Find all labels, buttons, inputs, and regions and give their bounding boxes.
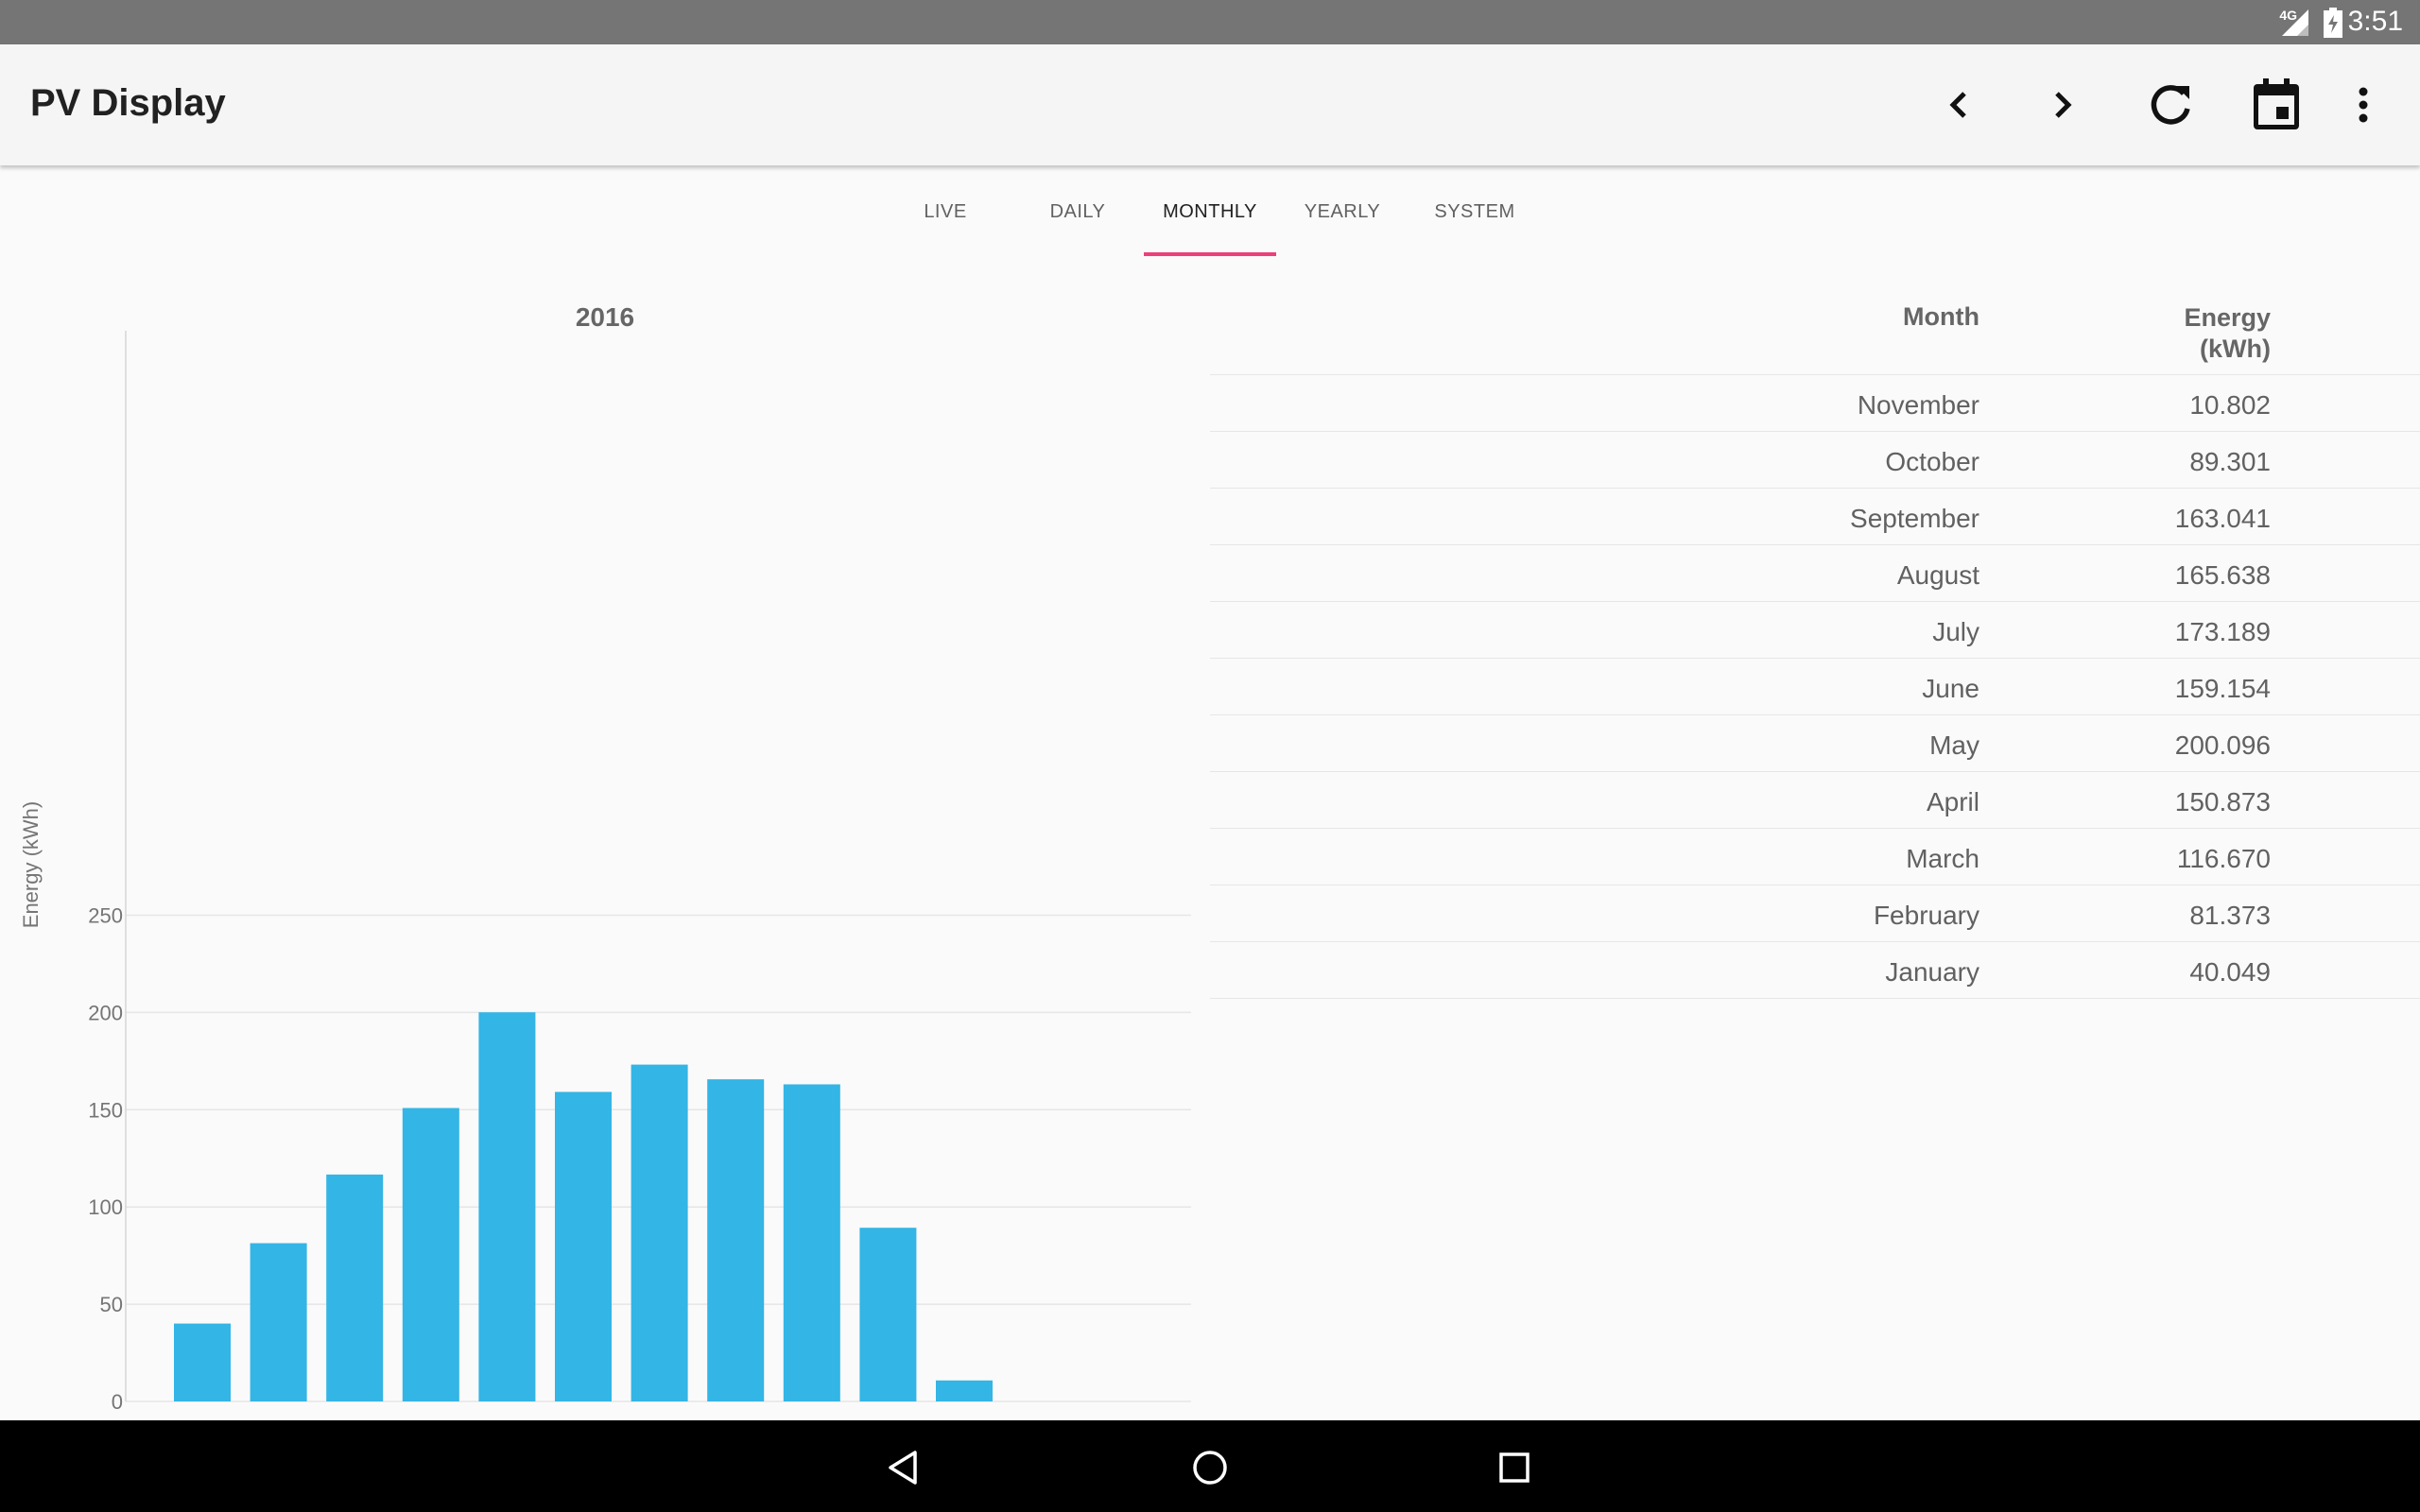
cell-month: July	[1932, 617, 1979, 646]
cell-energy: 40.049	[2189, 957, 2271, 987]
cell-energy: 200.096	[2174, 730, 2271, 760]
cell-month: October	[1885, 447, 1979, 476]
cell-month: March	[1906, 844, 1979, 873]
bar	[250, 1243, 307, 1401]
overflow-menu-button[interactable]	[2325, 67, 2401, 143]
energy-bar-chart: 0 50 100 150 200 250 Energy (kWh)	[19, 331, 1191, 1414]
back-icon	[889, 1451, 917, 1485]
tab-system[interactable]: SYSTEM	[1418, 165, 1531, 258]
table-row: July 173.189	[1210, 602, 2420, 659]
previous-button[interactable]	[1921, 67, 1996, 143]
y-tick-label: 0	[112, 1390, 123, 1414]
bar	[783, 1084, 840, 1401]
cell-month: September	[1850, 504, 1979, 533]
table-header: Month Energy (kWh)	[1210, 293, 2420, 375]
bar	[326, 1174, 384, 1401]
column-header-month: Month	[1903, 302, 1979, 331]
table-row: February 81.373	[1210, 885, 2420, 942]
cell-energy: 150.873	[2174, 787, 2271, 816]
chevron-right-icon	[2055, 92, 2072, 118]
bar	[631, 1064, 688, 1401]
app-toolbar: PV Display	[0, 44, 2420, 165]
cell-energy: 173.189	[2174, 617, 2271, 646]
tab-indicator	[1144, 252, 1276, 256]
nav-back-button[interactable]	[866, 1437, 942, 1498]
tab-monthly[interactable]: MONTHLY	[1144, 165, 1276, 258]
table-row: November 10.802	[1210, 375, 2420, 432]
cell-energy: 116.670	[2176, 844, 2271, 873]
column-header-energy: Energy (kWh)	[2082, 302, 2271, 365]
signal-icon	[2282, 9, 2308, 41]
refresh-icon	[2151, 85, 2190, 125]
y-tick-label: 100	[88, 1195, 123, 1219]
column-header-energy-line1: Energy	[2184, 303, 2271, 332]
cell-month: November	[1857, 390, 1979, 420]
calendar-button[interactable]	[2238, 67, 2314, 143]
cell-month: February	[1873, 901, 1979, 930]
table-row: August 165.638	[1210, 545, 2420, 602]
tab-yearly[interactable]: YEARLY	[1286, 165, 1399, 258]
cell-month: August	[1896, 560, 1979, 590]
calendar-icon	[2254, 78, 2299, 129]
nav-home-button[interactable]	[1172, 1437, 1248, 1498]
bar	[478, 1012, 536, 1401]
app-screen: 4G 3:51 PV Display LIVE DAILY MONTHLY YE…	[0, 0, 2420, 1512]
cell-month: June	[1922, 674, 1979, 703]
table-row: October 89.301	[1210, 432, 2420, 489]
table-row: September 163.041	[1210, 489, 2420, 545]
nav-recents-button[interactable]	[1477, 1437, 1552, 1498]
bar	[174, 1323, 231, 1401]
y-axis-title: Energy (kWh)	[19, 801, 43, 928]
bar	[402, 1108, 459, 1401]
cell-month: April	[1926, 787, 1979, 816]
bar	[555, 1091, 612, 1401]
app-title: PV Display	[30, 82, 226, 124]
tab-bar: LIVE DAILY MONTHLY YEARLY SYSTEM	[0, 165, 2420, 258]
table-row: January 40.049	[1210, 942, 2420, 999]
cell-energy: 159.154	[2174, 674, 2271, 703]
bar	[707, 1079, 765, 1401]
status-clock: 3:51	[2347, 6, 2403, 37]
cell-energy: 81.373	[2189, 901, 2271, 930]
home-icon	[1193, 1451, 1227, 1485]
more-vert-icon	[2359, 87, 2368, 123]
cell-energy: 10.802	[2189, 390, 2271, 420]
y-tick-label: 200	[88, 1001, 123, 1024]
y-tick-label: 50	[100, 1293, 123, 1316]
column-header-energy-line2: (kWh)	[2200, 335, 2271, 363]
cell-energy: 163.041	[2174, 504, 2271, 533]
tab-live[interactable]: LIVE	[889, 165, 1002, 258]
table-row: June 159.154	[1210, 659, 2420, 715]
chevron-left-icon	[1949, 92, 1966, 118]
status-bar: 4G 3:51	[0, 0, 2420, 44]
battery-charging-icon	[2324, 8, 2342, 43]
cell-month: May	[1929, 730, 1979, 760]
bar	[936, 1380, 993, 1401]
cell-energy: 165.638	[2174, 560, 2271, 590]
y-tick-label: 150	[88, 1098, 123, 1122]
refresh-button[interactable]	[2133, 67, 2208, 143]
table-row: April 150.873	[1210, 772, 2420, 829]
bar	[859, 1228, 917, 1401]
y-tick-label: 250	[88, 904, 123, 928]
cell-month: January	[1885, 957, 1979, 987]
recents-icon	[1499, 1452, 1530, 1483]
system-navigation-bar	[0, 1420, 2420, 1512]
table-row: May 200.096	[1210, 715, 2420, 772]
tab-daily[interactable]: DAILY	[1021, 165, 1134, 258]
cell-energy: 89.301	[2189, 447, 2271, 476]
next-button[interactable]	[2025, 67, 2100, 143]
table-row: March 116.670	[1210, 829, 2420, 885]
